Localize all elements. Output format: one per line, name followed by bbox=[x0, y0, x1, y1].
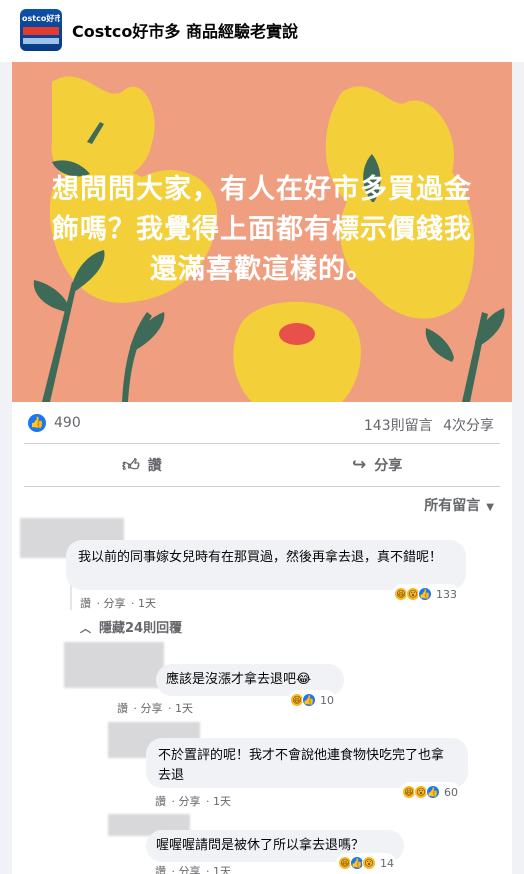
reaction-count: 133 bbox=[436, 587, 457, 601]
post-text: 想問問大家，有人在好市多買過金飾嗎？我覺得上面都有標示價錢我還滿喜歡這樣的。 bbox=[52, 174, 472, 285]
comment-share-link[interactable]: 分享 bbox=[179, 795, 201, 808]
like-reaction-icon[interactable]: 👍 bbox=[28, 414, 46, 432]
comment-time[interactable]: 1天 bbox=[213, 795, 231, 808]
comment-share-link[interactable]: 分享 bbox=[141, 702, 163, 715]
group-logo[interactable]: ostco好市 bbox=[20, 9, 62, 51]
hide-replies-button[interactable]: ︿ 隱藏24則回覆 bbox=[80, 617, 182, 636]
like-icon: 👍 bbox=[418, 587, 432, 601]
comment-meta: 讚 · 分享 · 1天 bbox=[155, 795, 231, 808]
group-logo-stripe bbox=[23, 38, 59, 44]
like-button[interactable]: 👍︎ 讚 bbox=[122, 450, 162, 480]
comment-reactions[interactable]: 😆 😮 👍 133 bbox=[392, 584, 459, 604]
like-button-label: 讚 bbox=[147, 458, 162, 474]
divider bbox=[24, 486, 500, 487]
comment-like-link[interactable]: 讚 bbox=[117, 702, 128, 715]
comment-reactions[interactable]: 😆 👍 10 bbox=[288, 690, 336, 710]
comment-bubble: 不於置評的呢！我才不會說他連食物快吃完了也拿去退 bbox=[146, 738, 468, 788]
comment-time[interactable]: 1天 bbox=[213, 865, 231, 874]
group-header: ostco好市 Costco好市多 商品經驗老實說 bbox=[0, 0, 524, 62]
comment-text: 我以前的同事嫁女兒時有在那買過，然後再拿去退，真不錯呢！ bbox=[78, 550, 443, 565]
chevron-up-icon: ︿ bbox=[80, 622, 91, 635]
post-stats: 👍 490 143則留言 4次分享 bbox=[12, 407, 512, 439]
avatar[interactable] bbox=[64, 642, 164, 688]
comment-text: 喔喔喔請問是被休了所以拿去退嗎？ bbox=[156, 838, 365, 853]
comment-meta: 讚 · 分享 · 1天 bbox=[155, 863, 233, 874]
share-count[interactable]: 4次分享 bbox=[443, 418, 494, 434]
comment-text: 應該是沒漲才拿去退吧😂 bbox=[166, 672, 312, 687]
share-button-label: 分享 bbox=[374, 458, 403, 474]
comment-text: 不於置評的呢！我才不會說他連食物快吃完了也拿去退 bbox=[158, 748, 445, 783]
comment-time[interactable]: 1天 bbox=[138, 597, 156, 610]
comment-like-link[interactable]: 讚 bbox=[155, 795, 166, 808]
group-logo-text: ostco好市 bbox=[22, 14, 60, 23]
comment-bubble: 我以前的同事嫁女兒時有在那買過，然後再拿去退，真不錯呢！ bbox=[66, 540, 466, 590]
comment-meta: 讚 · 分享 · 1天 bbox=[117, 702, 193, 715]
like-icon: 👍 bbox=[426, 785, 440, 799]
comment-share-link[interactable]: 分享 bbox=[104, 597, 126, 610]
caret-down-icon: ▼ bbox=[486, 502, 494, 513]
post-banner: 想問問大家，有人在好市多買過金飾嗎？我覺得上面都有標示價錢我還滿喜歡這樣的。 bbox=[12, 62, 512, 402]
reaction-count: 14 bbox=[380, 856, 394, 870]
divider bbox=[24, 443, 500, 444]
comment-time[interactable]: 1天 bbox=[175, 702, 193, 715]
comment-meta: 讚 · 分享 · 1天 bbox=[80, 597, 156, 610]
comment-reactions[interactable]: 😆 👍 😮 14 bbox=[336, 853, 396, 873]
wow-icon: 😮 bbox=[362, 856, 376, 870]
reaction-count: 60 bbox=[444, 785, 458, 799]
like-count[interactable]: 490 bbox=[54, 415, 81, 431]
group-logo-stripe bbox=[23, 27, 59, 35]
comment-reactions[interactable]: 😆 😮 👍 60 bbox=[400, 782, 460, 802]
hide-replies-label: 隱藏24則回覆 bbox=[99, 621, 183, 636]
thumbs-up-icon: 👍︎ bbox=[122, 455, 140, 476]
comment-sort-dropdown[interactable]: 所有留言 ▼ bbox=[424, 495, 494, 515]
like-icon: 👍 bbox=[302, 693, 316, 707]
sort-label: 所有留言 bbox=[424, 498, 481, 514]
group-title[interactable]: Costco好市多 商品經驗老實說 bbox=[72, 18, 298, 42]
comment-like-link[interactable]: 讚 bbox=[155, 865, 166, 874]
reaction-count: 10 bbox=[320, 693, 334, 707]
comment-share-link[interactable]: 分享 bbox=[179, 865, 201, 874]
comment-like-link[interactable]: 讚 bbox=[80, 597, 91, 610]
share-button[interactable]: ↪ 分享 bbox=[352, 450, 402, 480]
share-arrow-icon: ↪ bbox=[352, 455, 367, 475]
comment-count[interactable]: 143則留言 bbox=[364, 418, 433, 434]
